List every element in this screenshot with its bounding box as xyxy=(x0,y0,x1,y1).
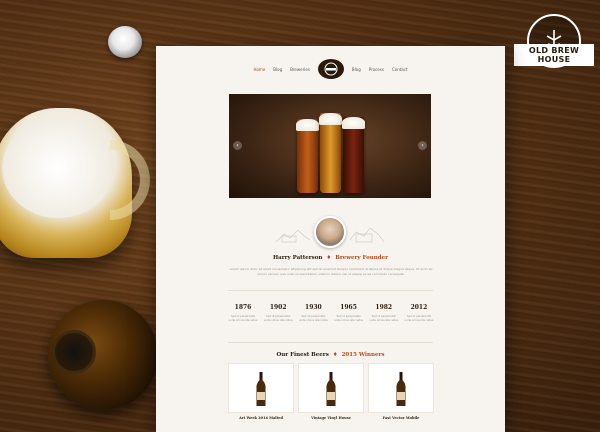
seal-since: SINCE 1876 xyxy=(539,62,569,67)
timeline-text: Sed ut perspiciatis unde omnis iste natu… xyxy=(404,315,434,322)
product-name[interactable]: Fast Vector Mobile xyxy=(369,416,433,420)
bottle-neck-decoration xyxy=(52,330,96,374)
brand-seal-logo: OLD BREW HOUSE SINCE 1876 xyxy=(514,10,594,72)
slider-prev-icon[interactable]: ‹ xyxy=(233,141,242,150)
hero-slider: ‹ › xyxy=(229,94,431,198)
slider-next-icon[interactable]: › xyxy=(418,141,427,150)
timeline-text: Sed ut perspiciatis unde omnis iste natu… xyxy=(228,315,258,322)
product-card[interactable] xyxy=(299,364,363,412)
site-logo[interactable] xyxy=(317,59,344,79)
timeline-item: 1982 Sed ut perspiciatis unde omnis iste… xyxy=(369,304,399,323)
product-name[interactable]: Vintage Vinyl House xyxy=(299,416,363,420)
founder-name: Harry Patterson xyxy=(272,255,323,261)
founder-bio: Lorem ipsum dolor sit amet consectetur a… xyxy=(229,267,433,276)
product-item[interactable]: Art Week 2014 Malted xyxy=(229,364,293,420)
timeline-year: 1965 xyxy=(340,304,357,311)
nav-item-process[interactable]: Process xyxy=(369,67,384,72)
section-divider xyxy=(228,342,433,343)
timeline-item: 1902 Sed ut perspiciatis unde omnis iste… xyxy=(263,304,293,323)
product-item[interactable]: Vintage Vinyl House xyxy=(299,364,363,420)
beer-foam-decoration xyxy=(2,118,114,218)
beer-glass-gold xyxy=(319,113,342,193)
founder-heading: Harry Patterson ♦ Brewery Founder xyxy=(156,255,505,261)
product-card[interactable] xyxy=(369,364,433,412)
timeline-year: 1982 xyxy=(375,304,393,311)
product-card[interactable] xyxy=(229,364,293,412)
beers-highlight: 2015 Winners xyxy=(341,352,385,358)
beer-glass-amber xyxy=(296,119,319,193)
timeline-text: Sed ut perspiciatis unde omnis iste natu… xyxy=(334,315,363,322)
section-divider xyxy=(228,290,433,291)
timeline-year: 1876 xyxy=(234,304,252,311)
beer-bottle-icon xyxy=(256,372,266,406)
founder-role: Brewery Founder xyxy=(335,255,389,261)
product-item[interactable]: Fast Vector Mobile xyxy=(369,364,433,420)
beers-title-text: Our Finest Beers xyxy=(276,352,329,358)
timeline-year: 2012 xyxy=(410,304,428,311)
nav-item-contact[interactable]: Contact xyxy=(392,67,408,72)
product-name[interactable]: Art Week 2014 Malted xyxy=(229,416,293,420)
timeline-year: 1930 xyxy=(305,304,322,311)
beers-heading: Our Finest Beers ♦ 2015 Winners xyxy=(156,352,505,358)
nav-item-home[interactable]: Home xyxy=(253,67,265,72)
beer-glass-dark xyxy=(342,117,365,193)
timeline-text: Sed ut perspiciatis unde omnis iste natu… xyxy=(298,315,328,322)
timeline-item: 1876 Sed ut perspiciatis unde omnis iste… xyxy=(228,304,258,323)
timeline-text: Sed ut perspiciatis unde omnis iste natu… xyxy=(369,315,399,322)
beer-bottle-icon xyxy=(396,372,406,406)
product-grid: Art Week 2014 Malted Vintage Vinyl House xyxy=(229,364,433,420)
timeline-item: 1965 Sed ut perspiciatis unde omnis iste… xyxy=(334,304,364,323)
timeline-item: 2012 Sed ut perspiciatis unde omnis iste… xyxy=(404,304,434,323)
founder-avatar xyxy=(314,216,346,248)
logo-emblem-icon xyxy=(324,62,338,76)
nav-item-breweries[interactable]: Breweries xyxy=(290,67,310,72)
nav-item-blog-2[interactable]: Blog xyxy=(352,67,361,72)
bottle-cap-decoration xyxy=(108,26,142,58)
founder-separator: ♦ xyxy=(326,255,332,261)
mug-handle-decoration xyxy=(110,140,150,220)
beers-separator: ♦ xyxy=(332,352,338,358)
timeline-item: 1930 Sed ut perspiciatis unde omnis iste… xyxy=(298,304,328,323)
timeline-year: 1902 xyxy=(269,304,287,311)
main-nav: Home Blog Breweries Blog Process Contact xyxy=(156,58,505,80)
history-timeline: 1876 Sed ut perspiciatis unde omnis iste… xyxy=(228,304,434,323)
website-page: Home Blog Breweries Blog Process Contact… xyxy=(156,46,505,432)
beer-bottle-icon xyxy=(326,372,336,406)
timeline-text: Sed ut perspiciatis unde omnis iste natu… xyxy=(263,315,293,322)
nav-item-blog[interactable]: Blog xyxy=(273,67,282,72)
